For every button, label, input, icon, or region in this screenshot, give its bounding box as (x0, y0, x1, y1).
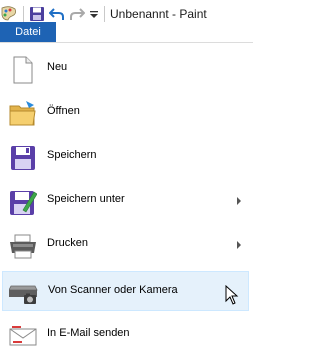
menu-item-new[interactable]: Neu (2, 49, 249, 89)
customize-dropdown-icon[interactable] (89, 4, 99, 24)
save-icon[interactable] (29, 4, 45, 24)
email-icon (8, 321, 38, 351)
menu-item-print[interactable]: Drucken (2, 225, 249, 265)
redo-icon[interactable] (69, 4, 85, 24)
window-title: Unbenannt - Paint (110, 6, 207, 21)
printer-icon (8, 231, 38, 261)
undo-icon[interactable] (49, 4, 65, 24)
menu-item-send-email[interactable]: In E-Mail senden (2, 315, 249, 355)
submenu-arrow-icon (237, 241, 241, 249)
menu-item-from-scanner-or-camera[interactable]: Von Scanner oder Kamera (2, 271, 249, 311)
menu-item-label: In E-Mail senden (47, 327, 130, 339)
save-as-icon (8, 187, 38, 217)
menu-item-label: Speichern (47, 149, 97, 161)
toolbar-separator (23, 5, 24, 22)
menu-item-label: Drucken (47, 237, 88, 249)
menu-item-label: Speichern unter (47, 193, 125, 205)
open-folder-icon (8, 99, 38, 129)
menu-item-save-as[interactable]: Speichern unter (2, 181, 249, 221)
file-menu: Neu Öffnen Speichern Speichern unter Dru… (0, 42, 253, 358)
toolbar-separator (104, 5, 105, 22)
save-icon (8, 143, 38, 173)
menu-item-save[interactable]: Speichern (2, 137, 249, 177)
new-document-icon (8, 55, 38, 85)
scanner-camera-icon (9, 278, 39, 308)
menu-item-label: Öffnen (47, 105, 80, 117)
tab-datei[interactable]: Datei (0, 22, 56, 42)
paint-app-icon[interactable] (0, 4, 18, 24)
menu-item-open[interactable]: Öffnen (2, 93, 249, 133)
submenu-arrow-icon (237, 197, 241, 205)
menu-item-label: Neu (47, 61, 68, 73)
mouse-cursor-icon (225, 285, 239, 305)
menu-item-label: Von Scanner oder Kamera (48, 284, 178, 296)
